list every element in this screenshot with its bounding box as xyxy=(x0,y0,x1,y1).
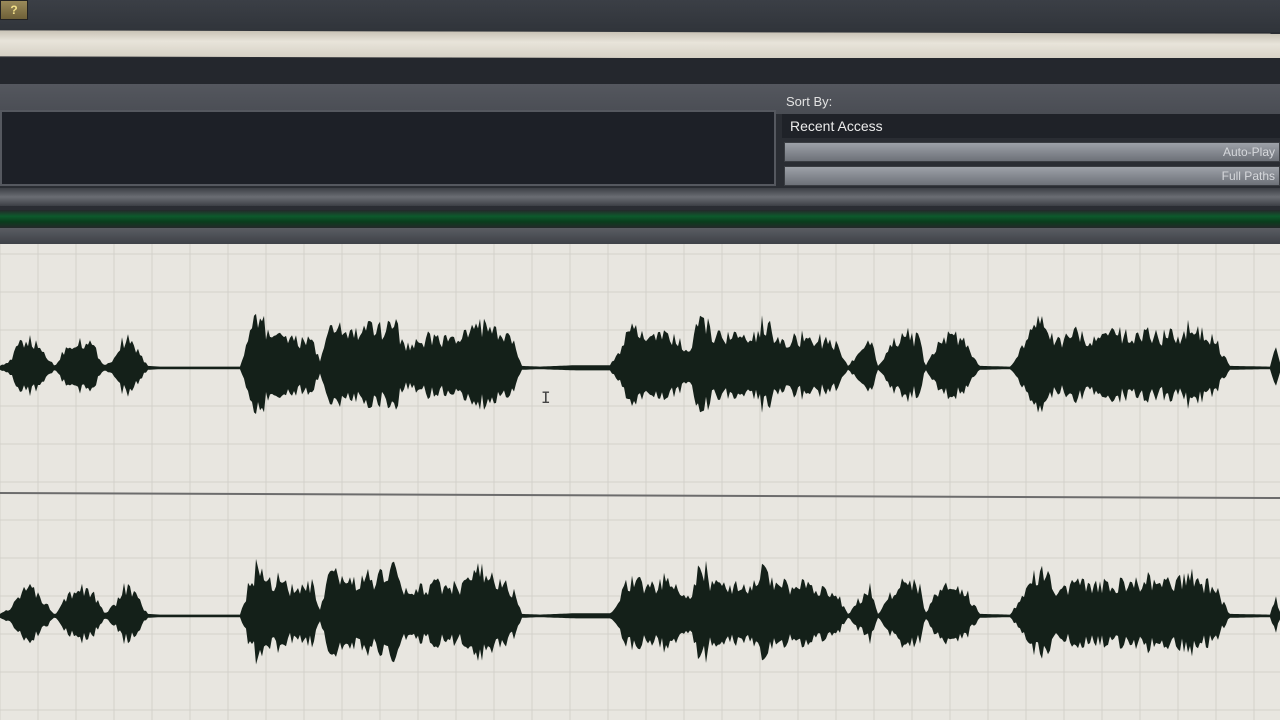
text-cursor-icon: I xyxy=(541,388,551,407)
waveform-channel-right[interactable] xyxy=(0,558,1280,665)
top-toolbar: ? xyxy=(0,0,1280,32)
auto-play-button[interactable]: Auto-Play xyxy=(784,142,1280,162)
sort-panel: Sort By: Recent Access Auto-Play Full Pa… xyxy=(780,88,1280,198)
divider xyxy=(0,228,1280,244)
sort-by-select[interactable]: Recent Access xyxy=(782,114,1280,138)
full-paths-button[interactable]: Full Paths xyxy=(784,166,1280,186)
track-separator xyxy=(0,492,1280,499)
progress-bar xyxy=(0,210,1280,228)
sort-by-label: Sort By: xyxy=(786,94,833,109)
title-strip xyxy=(0,30,1280,60)
waveform-editor[interactable] xyxy=(0,244,1280,720)
help-icon[interactable]: ? xyxy=(0,0,28,20)
waveform-channel-left[interactable] xyxy=(0,313,1280,414)
header-band xyxy=(0,58,1280,84)
divider xyxy=(0,188,1280,206)
waveform-canvas[interactable] xyxy=(0,244,1280,720)
file-list[interactable] xyxy=(0,110,776,186)
